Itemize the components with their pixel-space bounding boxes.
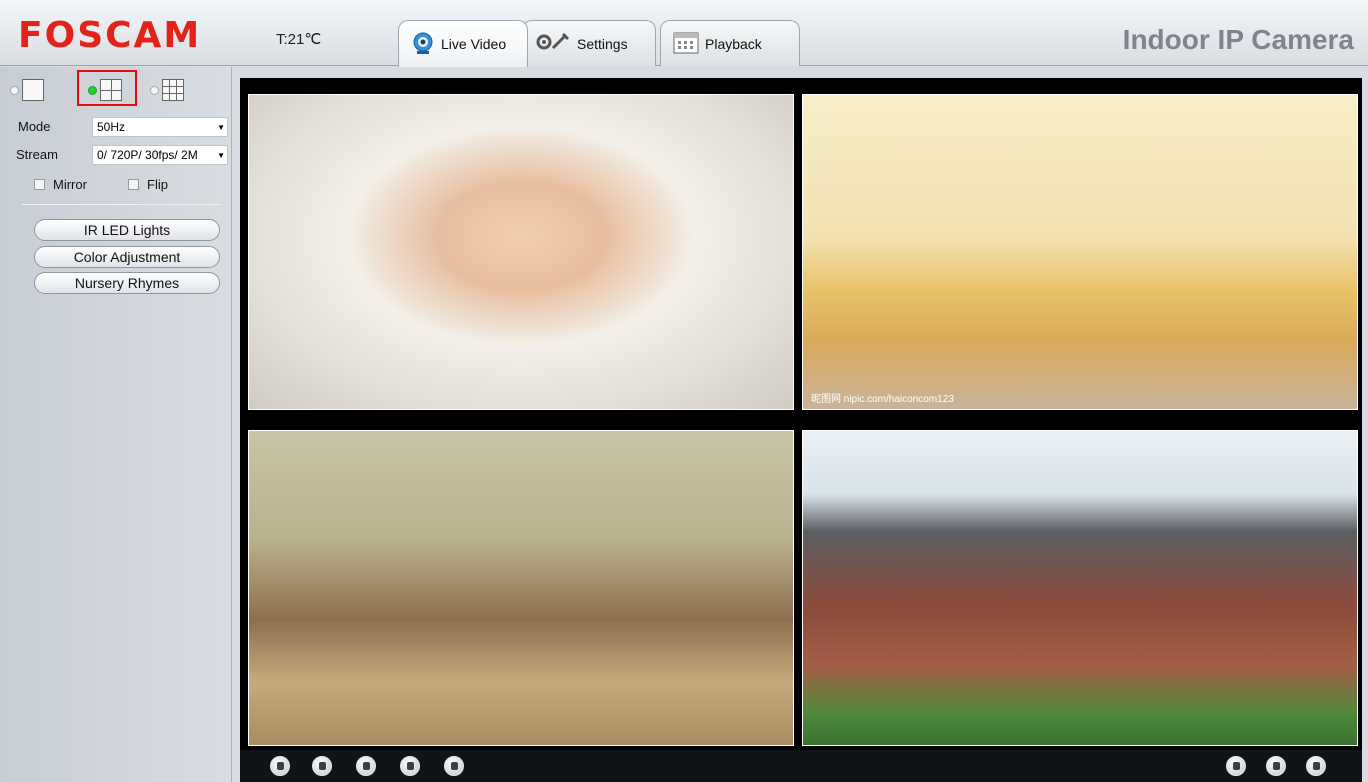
- chevron-down-icon: ▼: [217, 122, 225, 132]
- flip-label: Flip: [147, 177, 168, 192]
- mirror-checkbox[interactable]: [34, 179, 45, 190]
- bedroom-scene: [803, 95, 1357, 409]
- camera-feed-4[interactable]: [802, 430, 1358, 746]
- settings-wrench-icon: [535, 32, 571, 55]
- video-toolbar: [240, 750, 1362, 782]
- single-view-icon: [22, 79, 44, 101]
- mirror-label: Mirror: [53, 177, 87, 192]
- camera-feed-1[interactable]: [248, 94, 794, 410]
- video-grid: 昵图网 nipic.com/haiconcom123: [240, 78, 1362, 750]
- split-nine-option[interactable]: [150, 79, 184, 101]
- stop-icon[interactable]: [312, 756, 332, 776]
- house-scene: [803, 431, 1357, 745]
- temperature-readout: T:21℃: [276, 31, 322, 48]
- tab-settings-label: Settings: [577, 35, 628, 52]
- header-bar: FOSCAM T:21℃ Live Video Settings Playbac…: [0, 0, 1368, 67]
- flip-option[interactable]: Flip: [128, 177, 168, 192]
- tab-playback[interactable]: Playback: [660, 20, 800, 66]
- selection-highlight: [77, 70, 137, 106]
- radio-single[interactable]: [10, 85, 19, 95]
- tab-playback-label: Playback: [705, 35, 762, 52]
- chevron-down-icon: ▼: [217, 150, 225, 160]
- stream-label: Stream: [16, 147, 58, 162]
- tab-settings[interactable]: Settings: [522, 20, 656, 66]
- camera-feed-3[interactable]: [248, 430, 794, 746]
- camera-feed-2[interactable]: 昵图网 nipic.com/haiconcom123: [802, 94, 1358, 410]
- mirror-option[interactable]: Mirror: [34, 177, 87, 192]
- audio-icon[interactable]: [356, 756, 376, 776]
- ir-led-lights-button[interactable]: IR LED Lights: [34, 219, 220, 241]
- fullscreen-icon[interactable]: [1306, 756, 1326, 776]
- calendar-icon: [673, 30, 699, 57]
- play-icon[interactable]: [270, 756, 290, 776]
- stream-select[interactable]: 0/ 720P/ 30fps/ 2M ▼: [92, 145, 228, 165]
- stream-value: 0/ 720P/ 30fps/ 2M: [97, 148, 198, 162]
- mode-label: Mode: [18, 119, 51, 134]
- color-adjustment-button[interactable]: Color Adjustment: [34, 246, 220, 268]
- nursery-rhymes-button[interactable]: Nursery Rhymes: [34, 272, 220, 294]
- control-sidebar: Mode 50Hz ▼ Stream 0/ 720P/ 30fps/ 2M ▼ …: [0, 67, 232, 782]
- sidebar-divider: [22, 204, 222, 205]
- baby-scene: [249, 95, 793, 409]
- foscam-logo: FOSCAM: [18, 15, 202, 56]
- record-icon[interactable]: [1266, 756, 1286, 776]
- split-single-option[interactable]: [10, 79, 44, 101]
- camera-title: Indoor IP Camera: [1122, 24, 1354, 55]
- living-room-scene: [249, 431, 793, 745]
- talk-icon[interactable]: [400, 756, 420, 776]
- live-video-icon: [411, 31, 435, 58]
- tab-live-video[interactable]: Live Video: [398, 20, 528, 67]
- microphone-icon[interactable]: [444, 756, 464, 776]
- mode-value: 50Hz: [97, 120, 126, 134]
- snapshot-icon[interactable]: [1226, 756, 1246, 776]
- watermark-text: 昵图网 nipic.com/haiconcom123: [811, 394, 954, 405]
- nine-view-icon: [162, 79, 184, 101]
- radio-nine[interactable]: [150, 85, 159, 95]
- flip-checkbox[interactable]: [128, 179, 139, 190]
- mode-select[interactable]: 50Hz ▼: [92, 117, 228, 137]
- tab-live-video-label: Live Video: [441, 36, 507, 52]
